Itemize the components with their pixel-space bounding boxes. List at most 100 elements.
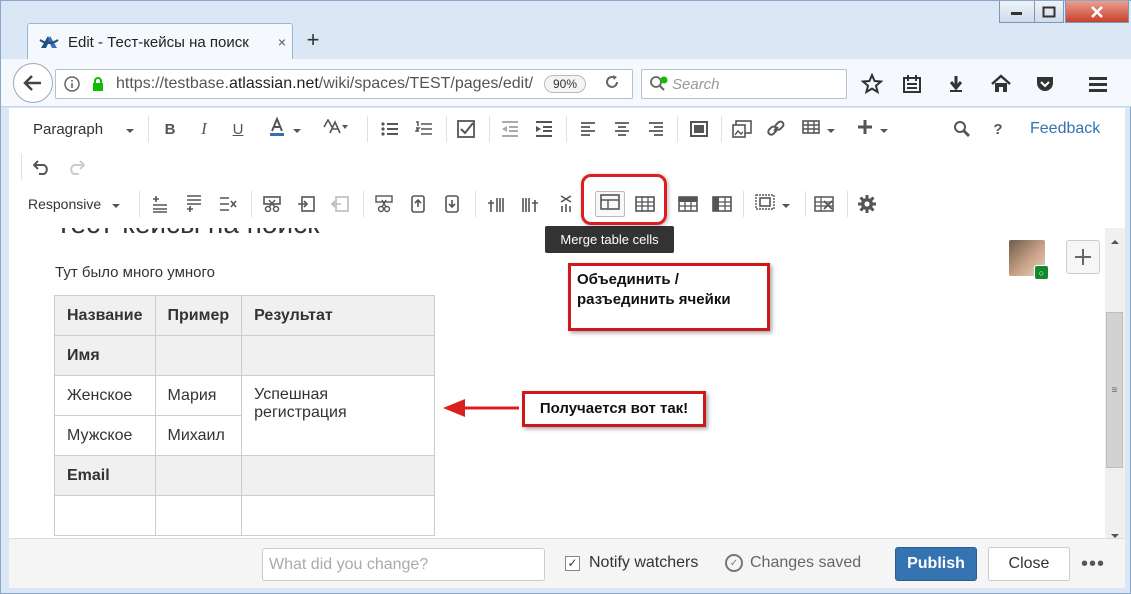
save-status: ✓ Changes saved bbox=[725, 554, 861, 572]
help-button[interactable]: ? bbox=[985, 116, 1011, 142]
toolbar-divider bbox=[677, 116, 678, 142]
cut-row-icon[interactable] bbox=[259, 191, 285, 217]
table-cell[interactable] bbox=[154, 495, 243, 536]
pocket-icon[interactable] bbox=[1032, 71, 1058, 97]
insert-row-after-icon[interactable] bbox=[181, 191, 207, 217]
bold-button[interactable]: B bbox=[157, 116, 183, 142]
paste-column-icon[interactable] bbox=[439, 191, 465, 217]
home-icon[interactable] bbox=[988, 71, 1014, 97]
url-bar[interactable]: https://testbase.atlassian.net/wiki/spac… bbox=[55, 69, 633, 99]
search-input[interactable]: Search bbox=[641, 69, 847, 99]
table-cell[interactable]: Михаил bbox=[154, 415, 243, 456]
delete-column-icon[interactable] bbox=[553, 191, 579, 217]
task-list-icon[interactable] bbox=[453, 116, 479, 142]
text-color-icon bbox=[268, 116, 286, 141]
insert-column-after-icon[interactable] bbox=[517, 191, 543, 217]
download-icon[interactable] bbox=[943, 71, 969, 97]
more-options-button[interactable]: ••• bbox=[1080, 549, 1106, 579]
toolbar-divider bbox=[743, 191, 744, 217]
browser-tab[interactable]: Edit - Тест-кейсы на поиск × bbox=[27, 23, 293, 60]
menu-icon[interactable] bbox=[1085, 71, 1111, 97]
minimize-button[interactable] bbox=[999, 1, 1035, 23]
table-header-cell[interactable] bbox=[154, 335, 243, 376]
outdent-icon[interactable] bbox=[497, 116, 523, 142]
page-title[interactable]: Тест-кейсы на поиск bbox=[55, 228, 319, 240]
delete-row-icon[interactable] bbox=[215, 191, 241, 217]
header-column-icon[interactable] bbox=[709, 191, 735, 217]
table-cell[interactable]: Мария bbox=[154, 375, 243, 416]
insert-more-button[interactable] bbox=[853, 116, 893, 142]
header-row-icon[interactable] bbox=[675, 191, 701, 217]
zoom-level[interactable]: 90% bbox=[543, 75, 586, 93]
test-cases-table[interactable]: Название Пример Результат Имя Женское Ма… bbox=[54, 295, 436, 536]
italic-button[interactable]: I bbox=[191, 116, 217, 142]
publish-button[interactable]: Publish bbox=[895, 547, 977, 581]
reload-icon[interactable] bbox=[600, 74, 624, 95]
close-button[interactable]: Close bbox=[988, 547, 1070, 581]
table-header-cell[interactable]: Результат bbox=[241, 295, 436, 336]
table-header-cell[interactable]: Название bbox=[54, 295, 156, 336]
avatar[interactable]: ○ bbox=[1009, 240, 1049, 280]
table-cell[interactable] bbox=[241, 495, 436, 536]
notify-watchers-label: Notify watchers bbox=[589, 554, 699, 571]
notify-watchers-toggle[interactable]: ✓ Notify watchers bbox=[565, 554, 698, 572]
table-cell[interactable]: Мужское bbox=[54, 415, 156, 456]
table-cell[interactable]: Женское bbox=[54, 375, 156, 416]
cut-column-icon[interactable] bbox=[371, 191, 397, 217]
scrollbar-thumb[interactable]: ≡ bbox=[1106, 312, 1123, 468]
paste-row-icon[interactable] bbox=[327, 191, 353, 217]
delete-table-icon[interactable] bbox=[811, 191, 837, 217]
copy-column-icon[interactable] bbox=[405, 191, 431, 217]
chevron-down-icon bbox=[781, 196, 791, 213]
undo-icon[interactable] bbox=[29, 154, 55, 180]
cell-color-button[interactable] bbox=[751, 191, 795, 217]
chevron-down-icon bbox=[826, 121, 836, 138]
change-comment-input[interactable]: What did you change? bbox=[262, 548, 545, 581]
editor-content[interactable]: Тест-кейсы на поиск Тут было много умног… bbox=[9, 228, 1105, 538]
back-button[interactable] bbox=[13, 63, 53, 103]
table-header-cell[interactable] bbox=[241, 335, 436, 376]
insert-row-before-icon[interactable] bbox=[147, 191, 173, 217]
insert-image-icon[interactable] bbox=[729, 116, 755, 142]
table-header-cell[interactable]: Имя bbox=[54, 335, 156, 376]
responsive-dropdown[interactable]: Responsive bbox=[19, 191, 125, 217]
add-collaborator-button[interactable] bbox=[1066, 240, 1100, 274]
table-cell[interactable] bbox=[54, 495, 156, 536]
underline-button[interactable]: U bbox=[225, 116, 251, 142]
find-replace-icon[interactable] bbox=[949, 116, 975, 142]
feedback-link[interactable]: Feedback bbox=[1030, 120, 1100, 138]
copy-row-icon[interactable] bbox=[293, 191, 319, 217]
info-icon[interactable] bbox=[62, 76, 82, 92]
table-header-cell[interactable] bbox=[154, 455, 243, 496]
link-icon[interactable] bbox=[763, 116, 789, 142]
maximize-button[interactable] bbox=[1034, 1, 1064, 23]
new-tab-button[interactable]: + bbox=[301, 29, 325, 53]
gear-icon[interactable] bbox=[854, 191, 880, 217]
numbered-list-icon[interactable] bbox=[411, 116, 437, 142]
scroll-up-icon[interactable] bbox=[1110, 232, 1120, 250]
paragraph-dropdown[interactable]: Paragraph bbox=[23, 116, 135, 142]
table-insert-button[interactable] bbox=[797, 116, 841, 142]
intro-paragraph[interactable]: Тут было много умного bbox=[55, 264, 215, 281]
redo-icon[interactable] bbox=[63, 154, 89, 180]
search-placeholder: Search bbox=[672, 75, 720, 93]
vertical-scrollbar[interactable]: ≡ bbox=[1105, 228, 1125, 538]
table-header-cell[interactable]: Email bbox=[54, 455, 156, 496]
text-color-button[interactable] bbox=[261, 116, 309, 142]
indent-icon[interactable] bbox=[531, 116, 557, 142]
bullet-list-icon[interactable] bbox=[377, 116, 403, 142]
page-layout-icon[interactable] bbox=[686, 116, 712, 142]
close-window-button[interactable] bbox=[1065, 1, 1129, 23]
insert-column-before-icon[interactable] bbox=[483, 191, 509, 217]
align-center-icon[interactable] bbox=[609, 116, 635, 142]
align-left-icon[interactable] bbox=[575, 116, 601, 142]
table-header-cell[interactable] bbox=[241, 455, 436, 496]
align-right-icon[interactable] bbox=[643, 116, 669, 142]
bookmark-star-icon[interactable] bbox=[859, 71, 885, 97]
checkbox[interactable]: ✓ bbox=[565, 555, 580, 571]
merged-table-cell[interactable]: Успешная регистрация bbox=[241, 375, 436, 456]
tab-close-icon[interactable]: × bbox=[272, 34, 292, 50]
text-format-button[interactable] bbox=[315, 116, 355, 142]
table-header-cell[interactable]: Пример bbox=[154, 295, 243, 336]
reading-list-icon[interactable] bbox=[899, 71, 925, 97]
